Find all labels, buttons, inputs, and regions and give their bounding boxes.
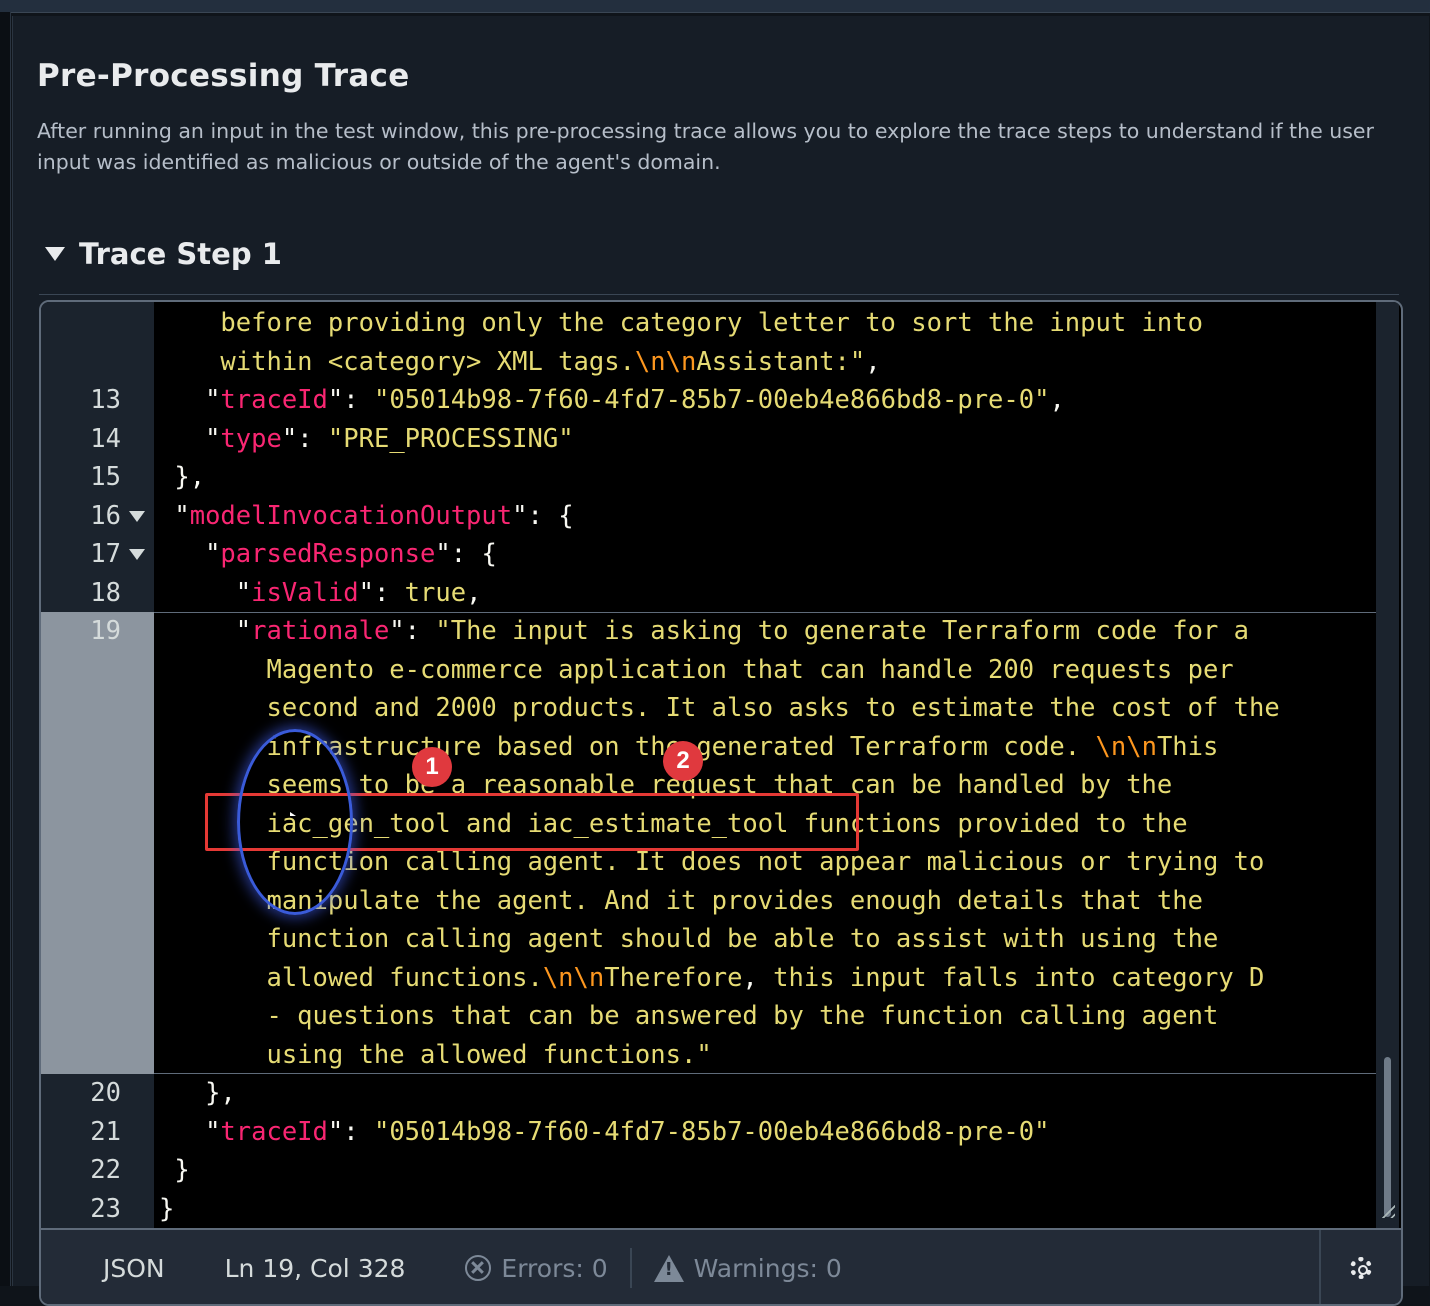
line-number: 22 — [90, 1155, 121, 1185]
cursor-position: Ln 19, Col 328 — [224, 1253, 406, 1283]
code-line: 14 "type": "PRE_PROCESSING" — [41, 420, 1376, 459]
code-text: allowed functions.\n\nTherefore, this in… — [159, 962, 1265, 993]
fold-caret-icon[interactable] — [129, 510, 145, 522]
code-line: function calling agent should be able to… — [41, 920, 1376, 959]
code-line: 22 } — [41, 1151, 1376, 1190]
code-text: "traceId": "05014b98-7f60-4fd7-85b7-00eb… — [205, 385, 1065, 415]
line-number: 15 — [90, 462, 121, 492]
code-text: "rationale": "The input is asking to gen… — [235, 616, 1250, 646]
code-line: infrastructure based on the generated Te… — [41, 728, 1376, 767]
code-line: Magento e-commerce application that can … — [41, 651, 1376, 690]
code-text: "traceId": "05014b98-7f60-4fd7-85b7-00eb… — [205, 1116, 1050, 1147]
line-number: 13 — [90, 385, 121, 415]
code-text: "isValid": true, — [235, 577, 482, 608]
line-number: 14 — [90, 423, 121, 454]
language-mode[interactable]: JSON — [103, 1254, 165, 1283]
top-strip — [0, 0, 1430, 13]
code-line: within <category> XML tags.\n\nAssistant… — [41, 343, 1376, 382]
code-text: - questions that can be answered by the … — [159, 1001, 1219, 1031]
line-number: 23 — [90, 1193, 121, 1224]
statusbar-separator — [629, 1248, 632, 1288]
code-text: within <category> XML tags.\n\nAssistant… — [159, 346, 881, 377]
pre-processing-panel: Pre-Processing Trace After running an in… — [12, 16, 1429, 1306]
code-text: }, — [174, 462, 206, 492]
line-number: 21 — [90, 1116, 121, 1147]
code-line: 23} — [41, 1190, 1376, 1229]
errors-count: Errors: 0 — [501, 1253, 608, 1283]
code-line: allowed functions.\n\nTherefore, this in… — [41, 959, 1376, 998]
code-text: } — [174, 1155, 190, 1185]
annotation-badge-1: 1 — [412, 747, 452, 787]
code-line: using the allowed functions." — [41, 1036, 1376, 1075]
vertical-scrollbar[interactable] — [1376, 302, 1399, 1228]
warnings-count: Warnings: 0 — [693, 1253, 842, 1283]
code-text: before providing only the category lette… — [159, 308, 1203, 338]
divider — [39, 294, 1399, 295]
code-line: 17 "parsedResponse": { — [41, 535, 1376, 574]
code-text: } — [159, 1193, 175, 1224]
code-line: manipulate the agent. And it provides en… — [41, 882, 1376, 921]
code-text: using the allowed functions." — [159, 1039, 712, 1070]
scrollbar-thumb[interactable] — [1384, 1057, 1391, 1217]
panel-description: After running an input in the test windo… — [37, 119, 1374, 174]
warnings-indicator[interactable]: Warnings: 0 — [653, 1253, 842, 1283]
line-number: 17 — [90, 539, 121, 569]
code-line: 13 "traceId": "05014b98-7f60-4fd7-85b7-0… — [41, 381, 1376, 420]
code-text: "parsedResponse": { — [205, 539, 497, 569]
trace-step-label: Trace Step 1 — [79, 237, 282, 271]
code-text: "type": "PRE_PROCESSING" — [205, 423, 574, 454]
code-line: 20 }, — [41, 1074, 1376, 1113]
errors-indicator[interactable]: Errors: 0 — [465, 1253, 608, 1283]
trace-step-toggle[interactable]: Trace Step 1 — [45, 234, 282, 274]
code-text: second and 2000 products. It also asks t… — [159, 693, 1280, 723]
editor-statusbar: JSON Ln 19, Col 328 Errors: 0 Warnings: … — [41, 1228, 1401, 1304]
page-title: Pre-Processing Trace — [37, 58, 410, 94]
warning-icon — [653, 1254, 684, 1282]
code-line: 21 "traceId": "05014b98-7f60-4fd7-85b7-0… — [41, 1113, 1376, 1152]
line-number: 19 — [90, 616, 121, 646]
left-rail — [0, 12, 11, 1286]
code-text: Magento e-commerce application that can … — [159, 654, 1234, 685]
code-line: 18 "isValid": true, — [41, 574, 1376, 613]
mouse-cursor-icon — [290, 812, 296, 816]
code-line: 15 }, — [41, 458, 1376, 497]
code-line: 16 "modelInvocationOutput": { — [41, 497, 1376, 536]
annotation-badge-2: 2 — [663, 741, 703, 781]
error-icon — [465, 1255, 492, 1281]
code-text: function calling agent should be able to… — [159, 924, 1219, 954]
click-focus-ring — [237, 729, 353, 915]
fold-caret-icon[interactable] — [129, 549, 145, 560]
code-line: 19 "rationale": "The input is asking to … — [41, 612, 1376, 651]
code-line: before providing only the category lette… — [41, 304, 1376, 343]
line-number: 18 — [90, 577, 121, 608]
gear-icon — [1350, 1257, 1372, 1279]
code-text: }, — [205, 1078, 236, 1108]
line-number: 16 — [90, 500, 121, 531]
code-text: "modelInvocationOutput": { — [174, 500, 574, 531]
code-line: second and 2000 products. It also asks t… — [41, 689, 1376, 728]
settings-button[interactable] — [1319, 1230, 1401, 1304]
line-number: 20 — [90, 1078, 121, 1108]
caret-down-icon — [45, 247, 65, 261]
code-line: - questions that can be answered by the … — [41, 997, 1376, 1036]
